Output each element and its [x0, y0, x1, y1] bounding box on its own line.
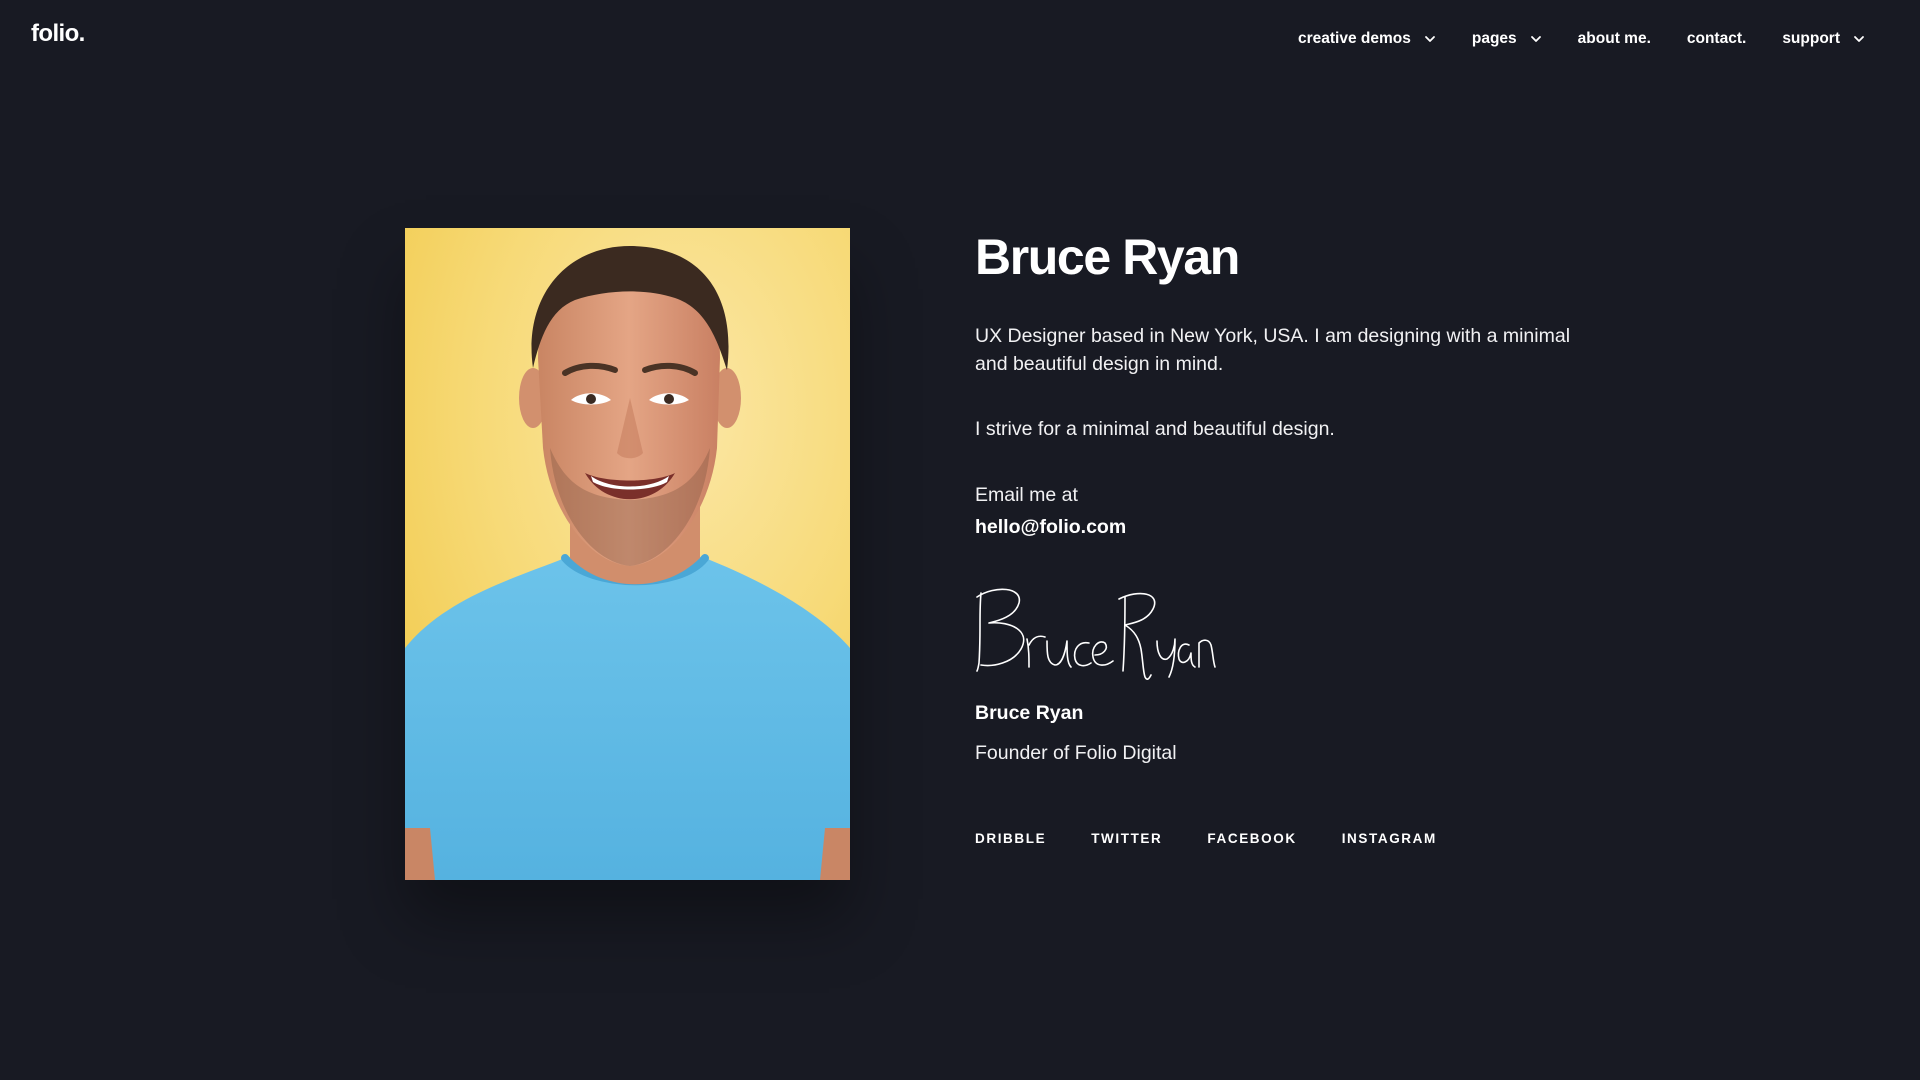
social-link-instagram[interactable]: INSTAGRAM: [1342, 831, 1437, 846]
social-link-dribbble[interactable]: DRIBBLE: [975, 831, 1046, 846]
chevron-down-icon: [1530, 33, 1542, 45]
nav-item-creative-demos[interactable]: creative demos: [1298, 30, 1436, 48]
signature-image: [975, 583, 1220, 681]
nav-item-support[interactable]: support: [1782, 30, 1865, 48]
signature-role: Founder of Folio Digital: [975, 742, 1177, 764]
chevron-down-icon: [1853, 33, 1865, 45]
profile-intro: UX Designer based in New York, USA. I am…: [975, 325, 1571, 375]
signature-name: Bruce Ryan: [975, 702, 1084, 724]
profile-photo: [405, 228, 850, 880]
nav-item-label: about me.: [1577, 30, 1651, 47]
nav-item-label: contact.: [1686, 30, 1747, 47]
chevron-down-icon: [1424, 33, 1436, 45]
social-link-facebook[interactable]: FACEBOOK: [1207, 831, 1296, 846]
social-link-twitter[interactable]: TWITTER: [1091, 831, 1162, 846]
profile-tagline: I strive for a minimal and beautiful des…: [975, 418, 1335, 440]
nav-item-label: pages: [1471, 30, 1517, 47]
main-nav: creative demos pages about me. contact. …: [1298, 27, 1865, 51]
nav-item-label: support: [1782, 30, 1840, 47]
nav-item-contact[interactable]: contact.: [1687, 30, 1746, 48]
profile-name: Bruce Ryan: [975, 229, 1240, 285]
about-page: folio. creative demos pages about me. co…: [0, 0, 1920, 1080]
email-label: Email me at: [975, 484, 1078, 506]
site-logo[interactable]: folio.: [31, 20, 85, 48]
nav-item-label: creative demos: [1297, 30, 1411, 47]
nav-item-about-me[interactable]: about me.: [1578, 30, 1651, 48]
social-links: DRIBBLE TWITTER FACEBOOK INSTAGRAM: [975, 831, 1575, 846]
nav-item-pages[interactable]: pages: [1472, 30, 1542, 48]
email-link[interactable]: hello@folio.com: [975, 513, 1575, 541]
bio-section: Bruce Ryan UX Designer based in New York…: [975, 226, 1575, 846]
